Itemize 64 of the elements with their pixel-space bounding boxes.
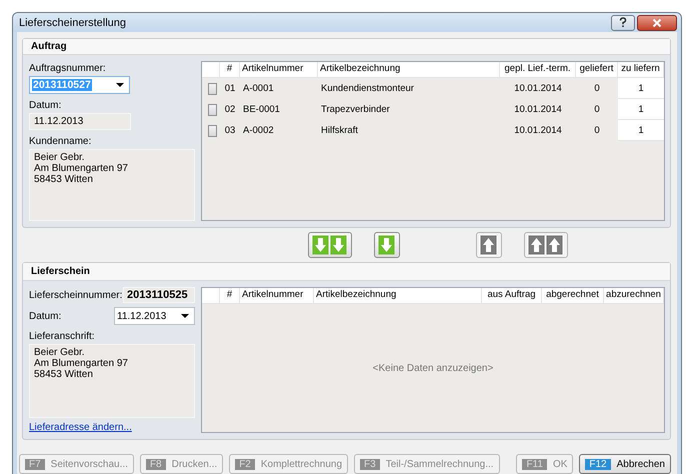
table-cell-text: 0: [593, 103, 601, 117]
field-label: Datum:: [29, 100, 62, 111]
field-label: Lieferanschrift:: [29, 331, 96, 342]
column-header[interactable]: Artikelnummer: [240, 288, 314, 303]
address-line: 58453 Witten: [34, 369, 94, 380]
table-cell-text: 10.01.2014: [513, 124, 563, 138]
close-icon: [652, 18, 662, 28]
caret-icon: [116, 83, 124, 87]
row-checkbox[interactable]: [208, 104, 217, 116]
caret-icon: [181, 314, 189, 318]
down-arrow-icon: [312, 235, 348, 255]
column-header[interactable]: #: [220, 288, 240, 303]
function-key-button[interactable]: F12 Abbrechen: [579, 454, 671, 474]
table-cell-text: A-0002: [242, 124, 275, 138]
column-header[interactable]: Artikelbezeichnung: [314, 288, 482, 303]
window-title: Lieferscheinerstellung: [19, 16, 126, 28]
address-line: Am Blumengarten 97: [34, 163, 129, 174]
address-line: Am Blumengarten 97: [34, 358, 129, 369]
table-cell-text: 0: [593, 82, 601, 96]
table-cell-text: BE-0001: [242, 103, 281, 117]
column-header[interactable]: abzurechnen: [604, 288, 664, 303]
table-cell[interactable]: 1: [618, 78, 664, 99]
date-dropdown[interactable]: 11.12.2013: [114, 307, 195, 325]
table-cell-text: 02: [224, 103, 236, 117]
field-label: Auftragsnummer:: [29, 63, 107, 74]
change-address-link[interactable]: Lieferadresse ändern...: [29, 422, 195, 433]
move-down-button[interactable]: [374, 232, 400, 258]
column-header[interactable]: Artikelbezeichnung: [318, 62, 500, 77]
column-header[interactable]: Artikelnummer: [240, 62, 318, 77]
column-header[interactable]: aus Auftrag: [482, 288, 542, 303]
row-checkbox[interactable]: [208, 124, 217, 136]
table-cell-text: 10.01.2014: [513, 103, 563, 117]
address-line: Beier Gebr.: [34, 152, 86, 163]
delivery-number-field: 2013110525: [123, 287, 195, 303]
table-cell-text: 03: [224, 124, 236, 138]
table-cell[interactable]: 1: [618, 120, 664, 141]
field-label: Kundenname:: [29, 136, 92, 147]
column-header[interactable]: #: [220, 62, 240, 77]
table-cell-text: Kundendienstmonteur: [320, 82, 415, 96]
column-header[interactable]: geliefert: [576, 62, 618, 77]
table-cell-text: 0: [593, 124, 601, 138]
table-cell-text: 01: [224, 82, 236, 96]
table-cell-text: Trapezverbinder: [320, 103, 391, 117]
address-line: 58453 Witten: [34, 174, 94, 185]
row-checkbox[interactable]: [208, 82, 217, 94]
up-arrow-icon: [528, 235, 564, 255]
field-label: Datum:: [29, 310, 62, 322]
table-cell-text: 10.01.2014: [513, 82, 563, 96]
table-cell-text: A-0001: [242, 82, 275, 96]
help-button[interactable]: [611, 14, 635, 30]
panel-title: Lieferschein: [31, 266, 90, 277]
empty-message: <Keine Daten anzuzeigen>: [372, 362, 494, 374]
help-icon: [618, 17, 628, 28]
table-cell[interactable]: 1: [618, 99, 664, 120]
column-header[interactable]: abgerechnet: [542, 288, 604, 303]
close-button[interactable]: [637, 14, 677, 30]
field-label: Lieferscheinnummer:: [29, 290, 122, 300]
address-line: Beier Gebr.: [34, 347, 86, 358]
table-cell-text: Hilfskraft: [320, 124, 359, 138]
column-header[interactable]: zu liefern: [618, 62, 664, 77]
column-header[interactable]: gepl. Lief.-term.: [500, 62, 576, 77]
move-down-button[interactable]: [308, 232, 352, 258]
panel-title: Auftrag: [31, 41, 67, 52]
date-field: 11.12.2013: [29, 113, 131, 130]
